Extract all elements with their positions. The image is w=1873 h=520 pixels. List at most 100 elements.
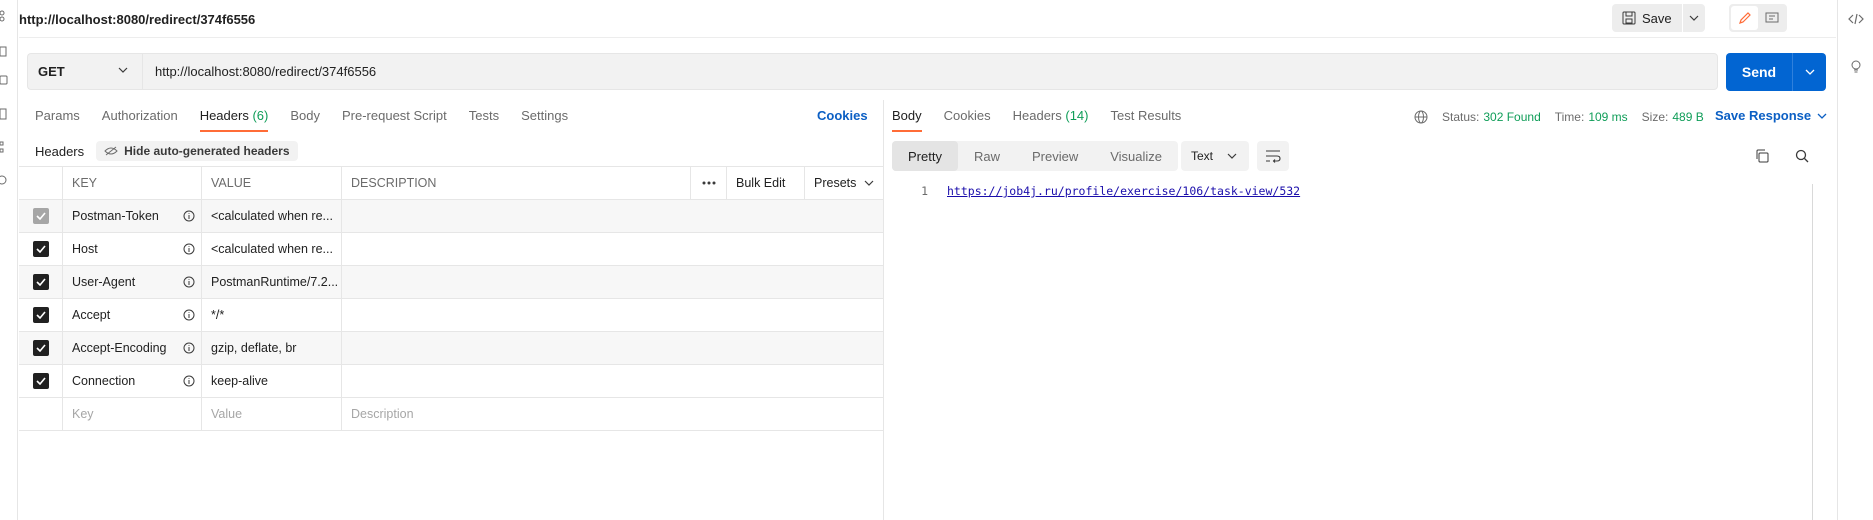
format-visualize[interactable]: Visualize (1094, 141, 1178, 171)
row-checkbox[interactable] (19, 200, 63, 232)
info-icon[interactable] (183, 375, 195, 387)
tab-label: Authorization (101, 108, 178, 123)
info-icon[interactable] (183, 342, 195, 354)
checkbox-checked[interactable] (32, 208, 49, 224)
tab-label: Test Results (1110, 108, 1182, 123)
comments-mode-button[interactable] (1758, 6, 1785, 30)
tab-tests[interactable]: Tests (469, 108, 499, 132)
tab-params[interactable]: Params (35, 108, 80, 132)
tab-pre-request-script[interactable]: Pre-request Script (342, 108, 447, 132)
collections-icon[interactable] (0, 10, 9, 22)
row-checkbox[interactable] (19, 365, 63, 397)
new-value-input[interactable]: Value (202, 398, 342, 430)
row-checkbox[interactable] (19, 233, 63, 265)
mock-servers-icon[interactable] (0, 108, 9, 120)
wrap-text-icon (1266, 150, 1281, 163)
row-checkbox[interactable] (19, 332, 63, 364)
header-key-cell[interactable]: Accept (63, 299, 202, 331)
tab-authorization[interactable]: Authorization (102, 108, 178, 132)
new-description-input[interactable]: Description (342, 398, 883, 430)
code-snippet-icon[interactable] (1848, 11, 1864, 27)
size-value[interactable]: 489 B (1672, 110, 1703, 124)
checkbox-checked[interactable] (32, 307, 49, 323)
left-sidebar-rail (0, 0, 18, 520)
response-scrollbar[interactable] (1812, 184, 1813, 520)
search-icon[interactable] (1794, 148, 1810, 164)
save-button[interactable]: Save (1612, 4, 1683, 32)
table-row: Accept-Encoding gzip, deflate, br (19, 332, 883, 365)
more-options-button[interactable] (691, 167, 727, 199)
history-icon[interactable] (0, 174, 9, 186)
header-description-cell[interactable] (342, 200, 883, 232)
table-header-row: KEY VALUE DESCRIPTION Bulk Edit Presets (19, 167, 883, 200)
header-key-cell[interactable]: Accept-Encoding (63, 332, 202, 364)
response-tab-cookies[interactable]: Cookies (944, 108, 991, 132)
info-icon[interactable] (183, 276, 195, 288)
cookies-link[interactable]: Cookies (817, 108, 868, 123)
format-raw[interactable]: Raw (958, 141, 1016, 171)
header-description-cell[interactable] (342, 365, 883, 397)
info-icon[interactable] (183, 210, 195, 222)
time-value[interactable]: 109 ms (1588, 110, 1627, 124)
tab-settings[interactable]: Settings (521, 108, 568, 132)
header-description-cell[interactable] (342, 299, 883, 331)
tab-count: (14) (1065, 108, 1089, 123)
url-input[interactable]: http://localhost:8080/redirect/374f6556 (142, 53, 1718, 90)
header-value-cell[interactable]: */* (202, 299, 342, 331)
header-value-cell[interactable]: keep-alive (202, 365, 342, 397)
environments-icon[interactable] (0, 74, 9, 86)
header-description-cell[interactable] (342, 233, 883, 265)
response-tab-body[interactable]: Body (892, 108, 922, 132)
presets-button[interactable]: Presets (805, 167, 883, 199)
new-key-input[interactable]: Key (63, 398, 202, 430)
header-key-cell[interactable]: User-Agent (63, 266, 202, 298)
header-value-cell[interactable]: <calculated when re... (202, 233, 342, 265)
tab-headers[interactable]: Headers (6) (199, 108, 268, 132)
lightbulb-icon[interactable] (1848, 58, 1864, 74)
wrap-lines-button[interactable] (1257, 141, 1289, 171)
response-tab-headers[interactable]: Headers (14) (1013, 108, 1089, 132)
info-icon[interactable] (183, 309, 195, 321)
checkbox-checked[interactable] (32, 373, 49, 389)
monitors-icon[interactable] (0, 141, 9, 153)
headers-table: KEY VALUE DESCRIPTION Bulk Edit Presets … (19, 166, 883, 431)
hide-auto-headers-button[interactable]: Hide auto-generated headers (96, 141, 298, 161)
save-response-button[interactable]: Save Response (1715, 108, 1827, 123)
row-checkbox[interactable] (19, 266, 63, 298)
header-key-cell[interactable]: Host (63, 233, 202, 265)
globe-icon[interactable] (1414, 110, 1428, 124)
header-description-cell[interactable] (342, 332, 883, 364)
header-description-cell[interactable] (342, 266, 883, 298)
header-value-cell[interactable]: PostmanRuntime/7.2... (202, 266, 342, 298)
method-select[interactable]: GET (27, 53, 142, 90)
header-value-cell[interactable]: gzip, deflate, br (202, 332, 342, 364)
apis-icon[interactable] (0, 46, 9, 58)
header-value-cell[interactable]: <calculated when re... (202, 200, 342, 232)
response-tabs: Body Cookies Headers (14) Test Results (892, 108, 1203, 132)
header-value: <calculated when re... (211, 209, 333, 223)
response-url-link[interactable]: https://job4j.ru/profile/exercise/106/ta… (947, 184, 1300, 198)
format-pretty[interactable]: Pretty (892, 141, 958, 171)
edit-mode-button[interactable] (1731, 6, 1758, 30)
request-title[interactable]: http://localhost:8080/redirect/374f6556 (19, 12, 255, 27)
format-preview[interactable]: Preview (1016, 141, 1094, 171)
language-select[interactable]: Text (1181, 141, 1249, 171)
header-key-cell[interactable]: Connection (63, 365, 202, 397)
copy-icon[interactable] (1754, 148, 1770, 164)
status-value[interactable]: 302 Found (1483, 110, 1540, 124)
send-button[interactable]: Send (1726, 53, 1793, 91)
response-tab-test-results[interactable]: Test Results (1111, 108, 1182, 132)
tab-body[interactable]: Body (290, 108, 320, 132)
chevron-down-icon (864, 180, 874, 186)
info-icon[interactable] (183, 243, 195, 255)
header-key-cell[interactable]: Postman-Token (63, 200, 202, 232)
row-checkbox[interactable] (19, 299, 63, 331)
bulk-edit-button[interactable]: Bulk Edit (727, 167, 805, 199)
send-options-button[interactable] (1793, 53, 1826, 91)
checkbox-checked[interactable] (32, 274, 49, 290)
checkbox-checked[interactable] (32, 340, 49, 356)
save-options-button[interactable] (1683, 4, 1705, 32)
more-horizontal-icon (702, 181, 715, 185)
checkbox-checked[interactable] (32, 241, 49, 257)
panel-divider[interactable] (883, 100, 884, 520)
